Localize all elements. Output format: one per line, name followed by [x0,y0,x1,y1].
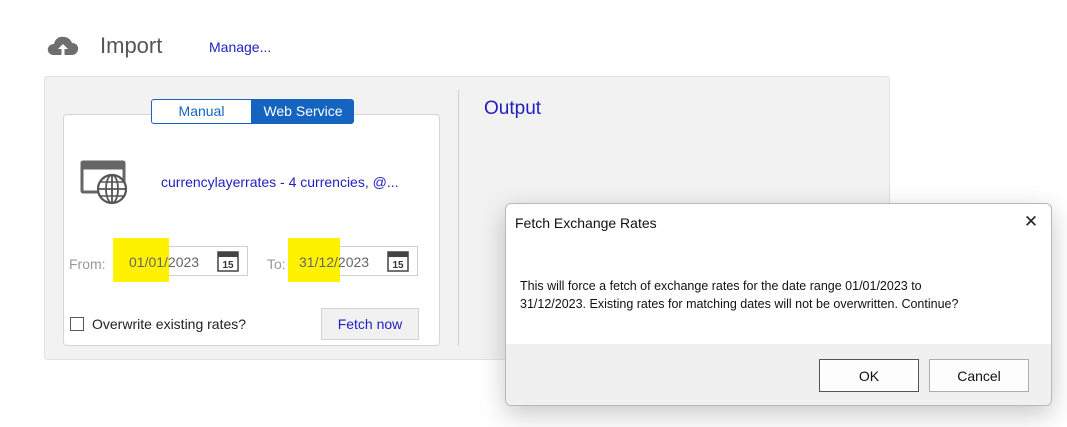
dialog-message: This will force a fetch of exchange rate… [520,277,1020,313]
fetch-exchange-rates-dialog: Fetch Exchange Rates ✕ This will force a… [505,203,1052,406]
from-date-day-month: 01/01 [129,254,165,270]
web-service-globe-icon [80,160,128,205]
tab-manual[interactable]: Manual [151,99,252,124]
to-label: To: [267,256,286,272]
manage-link[interactable]: Manage... [209,39,271,55]
page-title: Import [100,33,163,58]
calendar-day: 15 [392,260,404,271]
fetch-now-button[interactable]: Fetch now [321,308,419,340]
from-date-year: /2023 [164,254,200,270]
dialog-message-line-1: This will force a fetch of exchange rate… [520,279,922,293]
ok-button[interactable]: OK [819,359,919,392]
from-date-field[interactable]: 01/01/2023 15 [113,238,248,282]
to-date-day-month: 31/12 [299,254,335,270]
overwrite-label: Overwrite existing rates? [92,316,247,332]
calendar-icon[interactable]: 15 [387,251,409,272]
output-title: Output [484,98,542,119]
calendar-icon[interactable]: 15 [217,251,239,272]
tab-web-service[interactable]: Web Service [252,99,354,124]
cancel-button[interactable]: Cancel [929,359,1029,392]
source-tabs: Manual Web Service [151,99,354,124]
cloud-upload-icon [47,36,79,55]
header [46,28,80,64]
close-icon[interactable]: ✕ [1021,212,1041,232]
from-label: From: [69,256,106,272]
overwrite-checkbox[interactable] [70,317,84,331]
to-date-field[interactable]: 31/12/2023 15 [288,238,418,282]
panel-divider [458,90,459,346]
service-link[interactable]: currencylayerrates - 4 currencies, @... [161,174,399,190]
dialog-message-line-2: 31/12/2023. Existing rates for matching … [520,297,959,311]
calendar-day: 15 [222,260,234,271]
to-date-year: /2023 [334,254,370,270]
dialog-title: Fetch Exchange Rates [515,215,657,231]
